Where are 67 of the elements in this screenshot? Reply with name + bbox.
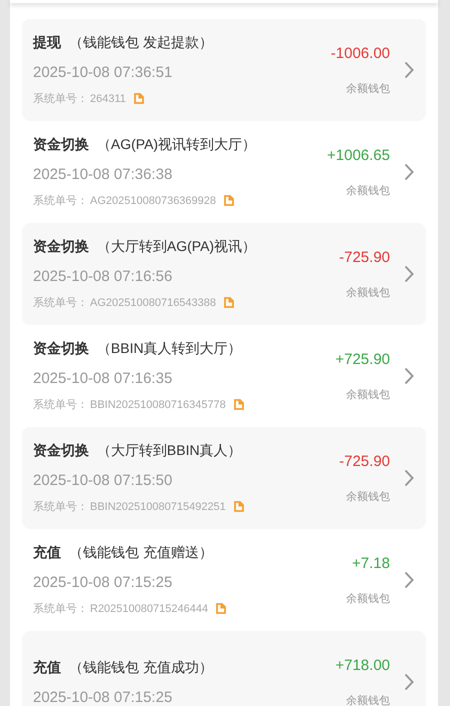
order-number: BBIN202510080715492251 (90, 500, 226, 512)
order-label: 系统单号： (33, 602, 88, 616)
record-item[interactable]: 资金切换 （大厅转到BBIN真人） 2025-10-08 07:15:50 系统单号： BBIN202510080715492251 -725.90 余额钱包 (22, 427, 426, 529)
order-number: BBIN202510080716345778 (90, 398, 226, 410)
chevron-right-icon (404, 265, 414, 283)
record-type: 资金切换 (33, 136, 89, 152)
record-type: 提现 (33, 34, 61, 50)
record-detail: （BBIN真人转到大厅） (96, 340, 242, 356)
record-time: 2025-10-08 07:15:50 (33, 472, 174, 489)
record-type: 资金切换 (33, 442, 89, 458)
record-item[interactable]: 资金切换 （大厅转到AG(PA)视讯） 2025-10-08 07:16:56 系统单号： AG202510080716543388 -725.90 余额钱包 (22, 223, 426, 325)
order-number: AG202510080716543388 (90, 296, 216, 308)
record-time: 2025-10-08 07:36:38 (33, 166, 174, 183)
chevron-right-icon (404, 571, 414, 589)
record-type: 充值 (33, 658, 61, 674)
record-item[interactable]: 资金切换 （BBIN真人转到大厅） 2025-10-08 07:16:35 系统单号： BBIN202510080716345778 +725.90 余额钱包 (22, 325, 426, 427)
wallet-label: 余额钱包 (346, 592, 390, 606)
amount: +725.90 (335, 350, 390, 368)
wallet-label: 余额钱包 (346, 82, 390, 96)
order-label: 系统单号： (33, 296, 88, 310)
record-time: 2025-10-08 07:36:51 (33, 64, 174, 81)
wallet-label: 余额钱包 (346, 184, 390, 198)
record-item[interactable]: 充值 （钱能钱包 充值成功） 2025-10-08 07:15:25 +718.00 余额钱包 (22, 631, 426, 706)
order-label: 系统单号： (33, 92, 88, 106)
chevron-right-icon (404, 367, 414, 385)
record-detail: （钱能钱包 发起提款） (68, 34, 213, 50)
copy-icon[interactable] (216, 603, 226, 614)
record-detail: （大厅转到BBIN真人） (96, 442, 242, 458)
amount: -1006.00 (330, 44, 390, 62)
record-item[interactable]: 充值 （钱能钱包 充值赠送） 2025-10-08 07:15:25 系统单号： R202510080715246444 +7.18 余额钱包 (22, 529, 426, 631)
amount: -725.90 (339, 248, 390, 266)
wallet-label: 余额钱包 (346, 694, 390, 706)
order-label: 系统单号： (33, 500, 88, 514)
order-label: 系统单号： (33, 398, 88, 412)
record-item[interactable]: 提现 （钱能钱包 发起提款） 2025-10-08 07:36:51 系统单号： 264311 -1006.00 余额钱包 (22, 19, 426, 121)
record-type: 充值 (33, 544, 61, 560)
record-time: 2025-10-08 07:16:56 (33, 268, 174, 285)
chevron-right-icon (404, 469, 414, 487)
record-type: 资金切换 (33, 340, 89, 356)
chevron-right-icon (404, 673, 414, 691)
wallet-label: 余额钱包 (346, 490, 390, 504)
record-time: 2025-10-08 07:16:35 (33, 370, 174, 387)
order-number: AG202510080736369928 (90, 194, 216, 206)
order-number: 264311 (90, 92, 126, 104)
record-detail: （AG(PA)视讯转到大厅） (96, 136, 256, 152)
copy-icon[interactable] (134, 93, 144, 104)
copy-icon[interactable] (234, 501, 244, 512)
record-item[interactable]: 资金切换 （AG(PA)视讯转到大厅） 2025-10-08 07:36:38 系统单号： AG202510080736369928 +1006.65 余额钱包 (22, 121, 426, 223)
wallet-label: 余额钱包 (346, 388, 390, 402)
amount: +1006.65 (327, 146, 390, 164)
amount: +718.00 (335, 656, 390, 674)
chevron-right-icon (404, 163, 414, 181)
amount: -725.90 (339, 452, 390, 470)
record-time: 2025-10-08 07:15:25 (33, 574, 174, 591)
record-time: 2025-10-08 07:15:25 (33, 688, 174, 706)
record-detail: （钱能钱包 充值赠送） (68, 544, 213, 560)
order-number: R202510080715246444 (90, 602, 208, 614)
copy-icon[interactable] (224, 297, 234, 308)
amount: +7.18 (352, 554, 390, 572)
record-detail: （钱能钱包 充值成功） (68, 658, 213, 674)
wallet-label: 余额钱包 (346, 286, 390, 300)
record-type: 资金切换 (33, 238, 89, 254)
chevron-right-icon (404, 61, 414, 79)
order-label: 系统单号： (33, 194, 88, 208)
record-detail: （大厅转到AG(PA)视讯） (96, 238, 256, 254)
copy-icon[interactable] (224, 195, 234, 206)
copy-icon[interactable] (234, 399, 244, 410)
